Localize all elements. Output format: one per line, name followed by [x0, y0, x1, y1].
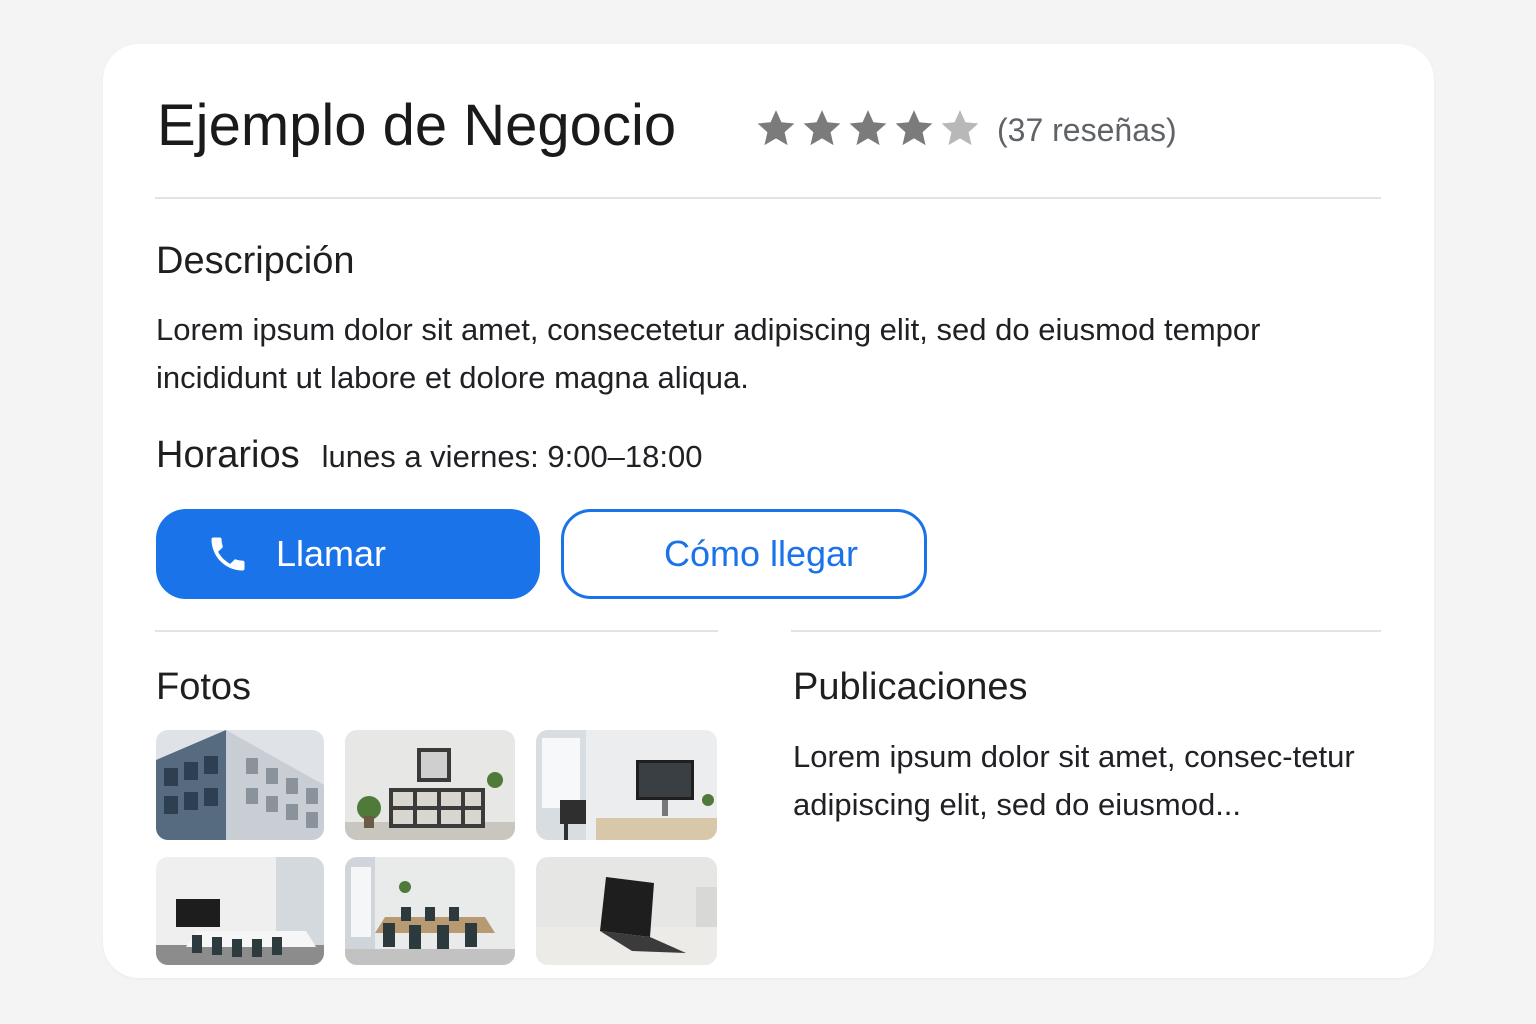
directions-button-label: Cómo llegar — [663, 533, 859, 574]
photos-divider — [155, 630, 718, 632]
star-icon — [849, 110, 887, 146]
star-icon — [803, 110, 841, 146]
directions-button[interactable]: Cómo llegar — [561, 509, 927, 599]
call-button[interactable]: Llamar — [156, 509, 540, 599]
phone-icon — [211, 537, 245, 571]
call-button-label: Llamar — [276, 533, 387, 574]
hours-row: Horarios lunes a viernes: 9:00–18:00 — [156, 432, 703, 480]
photo-grid — [156, 730, 717, 965]
business-profile-card: Ejemplo de Negocio (37 reseñas) Descripc… — [103, 44, 1434, 978]
posts-divider — [791, 630, 1381, 632]
hours-label: Horarios — [156, 434, 300, 476]
post-preview-text[interactable]: Lorem ipsum dolor sit amet, consec-tetur… — [793, 733, 1393, 829]
photo-meeting-room[interactable] — [156, 857, 324, 965]
photo-conference-table[interactable] — [345, 857, 515, 965]
business-name: Ejemplo de Negocio — [157, 93, 677, 158]
hours-value: lunes a viernes: 9:00–18:00 — [321, 439, 703, 474]
photo-laptop[interactable] — [536, 857, 717, 965]
posts-heading: Publicaciones — [793, 666, 1028, 708]
review-count-link[interactable]: (37 reseñas) — [997, 110, 1177, 150]
star-icon — [895, 110, 933, 146]
description-text: Lorem ipsum dolor sit amet, consecetetur… — [156, 312, 1261, 395]
photo-office-building[interactable] — [156, 730, 324, 840]
photo-shelving-room[interactable] — [345, 730, 515, 840]
header-divider — [155, 197, 1381, 199]
photo-desk-monitor[interactable] — [536, 730, 717, 840]
star-rating — [755, 104, 981, 152]
star-empty-icon — [941, 110, 979, 146]
description-heading: Descripción — [156, 240, 355, 282]
star-icon — [757, 110, 795, 146]
photos-heading: Fotos — [156, 666, 252, 708]
